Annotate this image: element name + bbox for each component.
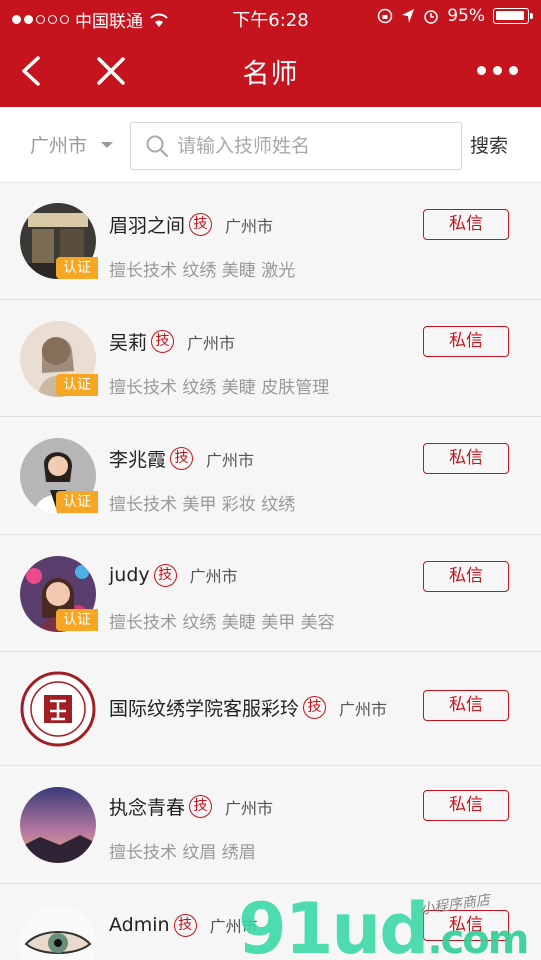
search-bar: 广州市 搜索 (0, 107, 541, 183)
avatar (20, 787, 96, 863)
battery-icon (493, 8, 533, 24)
app-header: 中国联通 下午6:28 95% 名师 (0, 0, 541, 107)
verified-badge: 认证 (56, 491, 98, 513)
teacher-city: 广州市 (225, 216, 274, 236)
alarm-icon (424, 10, 438, 24)
message-button[interactable]: 私信 (423, 561, 509, 592)
status-bar: 中国联通 下午6:28 95% (0, 0, 541, 36)
teacher-name: 执念青春 (109, 797, 186, 819)
teacher-city: 广州市 (206, 450, 255, 470)
teacher-name: judy (109, 564, 150, 586)
skill-badge: 技 (189, 795, 213, 818)
teacher-skills: 擅长技术 纹绣 美睫 皮肤管理 (109, 378, 330, 398)
search-input[interactable] (177, 135, 457, 157)
city-dropdown-label: 广州市 (30, 135, 88, 157)
teacher-skills: 擅长技术 纹绣 美睫 美甲 美容 (109, 613, 335, 633)
teacher-city: 广州市 (339, 699, 388, 719)
skill-badge: 技 (173, 913, 197, 937)
avatar (20, 671, 96, 747)
teacher-skills: 擅长技术 纹绣 美睫 激光 (109, 261, 296, 281)
skill-badge: 技 (303, 696, 327, 719)
list-item[interactable]: 认证 眉羽之间 技 广州市 擅长技术 纹绣 美睫 激光 私信 (0, 183, 541, 300)
skill-badge: 技 (153, 563, 177, 587)
location-icon (402, 9, 415, 23)
message-button[interactable]: 私信 (423, 443, 509, 474)
teacher-city: 广州市 (187, 333, 236, 353)
teacher-name: 国际纹绣学院客服彩玲 (109, 698, 300, 720)
more-menu-button[interactable] (477, 60, 519, 80)
teacher-name: 李兆霞 (109, 449, 167, 471)
rotation-lock-icon (377, 8, 393, 24)
teacher-skills: 擅长技术 美甲 彩妆 纹绣 (109, 495, 296, 515)
verified-badge: 认证 (56, 257, 98, 279)
list-item[interactable]: 认证 李兆霞 技 广州市 擅长技术 美甲 彩妆 纹绣 私信 (0, 417, 541, 535)
avatar (20, 906, 96, 960)
skill-badge: 技 (170, 447, 194, 470)
teacher-city: 广州市 (225, 798, 274, 818)
teacher-list: 认证 眉羽之间 技 广州市 擅长技术 纹绣 美睫 激光 私信 认证 吴莉 技 广… (0, 183, 541, 960)
verified-badge: 认证 (56, 374, 98, 396)
verified-badge: 认证 (56, 609, 98, 631)
teacher-name: Admin (109, 914, 170, 936)
skill-badge: 技 (189, 213, 213, 236)
search-field[interactable] (130, 122, 462, 170)
navigation-bar: 名师 (0, 40, 541, 102)
list-item[interactable]: 认证 吴莉 技 广州市 擅长技术 纹绣 美睫 皮肤管理 私信 (0, 300, 541, 417)
teacher-skills: 擅长技术 纹眉 绣眉 (109, 843, 256, 863)
message-button[interactable]: 私信 (423, 790, 509, 821)
teacher-name: 眉羽之间 (109, 215, 186, 237)
list-item[interactable]: 认证 judy 技 广州市 擅长技术 纹绣 美睫 美甲 美容 私信 (0, 535, 541, 652)
message-button[interactable]: 私信 (423, 326, 509, 357)
list-item[interactable]: 国际纹绣学院客服彩玲 技 广州市 私信 (0, 652, 541, 766)
watermark-suffix: .com (427, 917, 529, 960)
teacher-name: 吴莉 (109, 332, 148, 354)
skill-badge: 技 (151, 330, 175, 353)
battery-percent: 95% (447, 6, 485, 26)
list-item[interactable]: 执念青春 技 广州市 擅长技术 纹眉 绣眉 私信 (0, 766, 541, 884)
watermark-main: 91ud (238, 888, 429, 960)
search-button[interactable]: 搜索 (470, 131, 508, 158)
message-button[interactable]: 私信 (423, 690, 509, 721)
search-icon (146, 135, 169, 158)
message-button[interactable]: 私信 (423, 209, 509, 240)
caret-down-icon (101, 141, 114, 148)
city-dropdown[interactable]: 广州市 (30, 131, 114, 158)
page-title: 名师 (242, 59, 299, 90)
teacher-city: 广州市 (189, 567, 238, 586)
